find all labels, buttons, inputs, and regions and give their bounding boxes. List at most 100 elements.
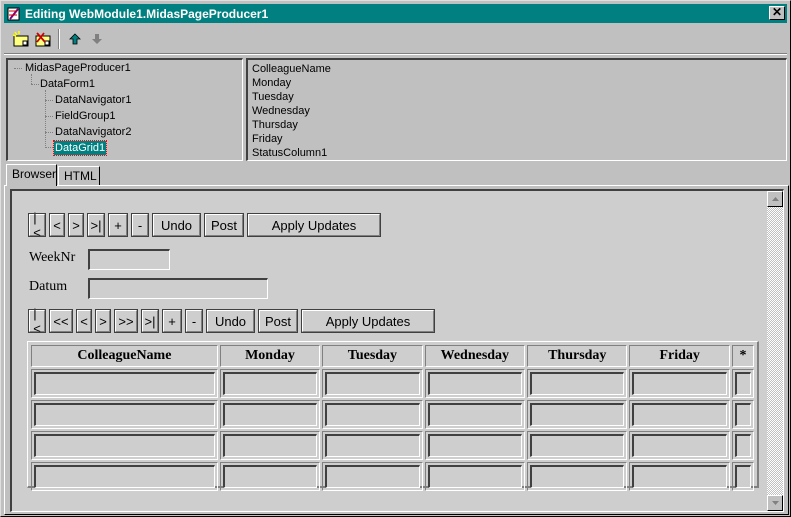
grid-cell: [527, 369, 628, 398]
thursday-cell-input[interactable]: [530, 403, 625, 426]
field-item-wednesday[interactable]: Wednesday: [252, 104, 782, 118]
grid-cell: [731, 400, 754, 429]
grid-cell: [31, 431, 218, 460]
friday-cell-input[interactable]: [632, 372, 727, 395]
field-item-statuscolumn1[interactable]: StatusColumn1: [252, 146, 782, 160]
nav1-prior-button[interactable]: <: [49, 213, 65, 237]
close-button[interactable]: ✕: [769, 6, 785, 20]
status-cell-input[interactable]: [734, 465, 751, 488]
status-cell-input[interactable]: [734, 403, 751, 426]
grid-cell: [322, 462, 423, 491]
move-up-button[interactable]: [64, 28, 86, 50]
grid-cell: [31, 400, 218, 429]
nav1-post-button[interactable]: Post: [204, 213, 244, 237]
monday-cell-input[interactable]: [222, 403, 318, 426]
arrow-up-icon: [69, 32, 81, 44]
nav2-prior-page-button[interactable]: <<: [49, 309, 73, 333]
status-cell-input[interactable]: [734, 434, 751, 457]
col-header-friday: Friday: [629, 345, 730, 367]
tuesday-cell-input[interactable]: [325, 465, 420, 488]
weeknr-input[interactable]: [88, 249, 170, 270]
grid-cell: [731, 431, 754, 460]
nav1-delete-button[interactable]: -: [131, 213, 149, 237]
nav2-last-button[interactable]: >|: [141, 309, 159, 333]
grid-cell: [31, 462, 218, 491]
component-tree[interactable]: MidasPageProducer1 DataForm1 DataNavigat…: [6, 58, 243, 161]
datum-input[interactable]: [88, 278, 268, 299]
nav2-delete-button[interactable]: -: [185, 309, 203, 333]
data-navigator-1: |< < > >| + - Undo Post Apply Updates: [28, 210, 382, 240]
field-item-tuesday[interactable]: Tuesday: [252, 90, 782, 104]
wednesday-cell-input[interactable]: [427, 434, 523, 457]
monday-cell-input[interactable]: [222, 434, 318, 457]
scroll-up-button[interactable]: [767, 191, 783, 207]
wednesday-cell-input[interactable]: [427, 465, 523, 488]
tuesday-cell-input[interactable]: [325, 434, 420, 457]
scroll-down-button[interactable]: [767, 495, 783, 511]
nav2-post-button[interactable]: Post: [258, 309, 298, 333]
monday-cell-input[interactable]: [222, 372, 318, 395]
vertical-scrollbar[interactable]: [767, 191, 783, 511]
move-down-button[interactable]: [86, 28, 108, 50]
editor-window: Editing WebModule1.MidasPageProducer1 ✕ …: [0, 0, 791, 517]
thursday-cell-input[interactable]: [530, 434, 625, 457]
status-cell-input[interactable]: [734, 372, 751, 395]
colleaguename-cell-input[interactable]: [34, 465, 215, 488]
data-navigator-2: |< << < > >> >| + - Undo Post Apply Upda…: [28, 306, 436, 336]
new-item-icon: [12, 30, 29, 46]
colleaguename-cell-input[interactable]: [34, 434, 215, 457]
nav2-prior-button[interactable]: <: [76, 309, 92, 333]
field-list[interactable]: ColleagueName Monday Tuesday Wednesday T…: [246, 58, 787, 161]
thursday-cell-input[interactable]: [530, 372, 625, 395]
thursday-cell-input[interactable]: [530, 465, 625, 488]
grid-cell: [424, 400, 526, 429]
nav2-first-button[interactable]: |<: [28, 306, 46, 336]
colleaguename-cell-input[interactable]: [34, 403, 215, 426]
tab-browser[interactable]: Browser: [6, 164, 57, 186]
field-item-friday[interactable]: Friday: [252, 132, 782, 146]
grid-cell: [219, 369, 321, 398]
nav1-next-button[interactable]: >: [68, 213, 84, 237]
colleaguename-cell-input[interactable]: [34, 372, 215, 395]
browser-preview: |< < > >| + - Undo Post Apply Updates We…: [10, 189, 784, 512]
title-bar: Editing WebModule1.MidasPageProducer1 ✕: [4, 4, 787, 23]
friday-cell-input[interactable]: [632, 403, 727, 426]
grid-cell: [629, 431, 730, 460]
field-item-monday[interactable]: Monday: [252, 76, 782, 90]
delphi-app-icon: [7, 7, 20, 20]
nav1-insert-button[interactable]: +: [108, 213, 128, 237]
friday-cell-input[interactable]: [632, 434, 727, 457]
datum-label: Datum: [29, 279, 68, 294]
tab-html[interactable]: HTML: [58, 166, 100, 186]
nav2-apply-updates-button[interactable]: Apply Updates: [301, 309, 435, 333]
monday-cell-input[interactable]: [222, 465, 318, 488]
grid-cell: [219, 462, 321, 491]
wednesday-cell-input[interactable]: [427, 403, 523, 426]
tree-item-dataform1[interactable]: DataForm1: [39, 77, 96, 91]
tree-item-datanavigator1[interactable]: DataNavigator1: [54, 93, 132, 107]
nav2-next-button[interactable]: >: [95, 309, 111, 333]
nav2-undo-button[interactable]: Undo: [206, 309, 255, 333]
nav1-first-button[interactable]: |<: [28, 210, 46, 240]
tree-item-datagrid1[interactable]: DataGrid1: [52, 140, 108, 156]
wednesday-cell-input[interactable]: [427, 372, 523, 395]
delete-item-button[interactable]: [32, 28, 54, 50]
field-item-thursday[interactable]: Thursday: [252, 118, 782, 132]
nav1-undo-button[interactable]: Undo: [152, 213, 201, 237]
tree-item-midaspageproducer1[interactable]: MidasPageProducer1: [24, 61, 132, 75]
tree-item-datanavigator2[interactable]: DataNavigator2: [54, 125, 132, 139]
nav1-apply-updates-button[interactable]: Apply Updates: [247, 213, 381, 237]
tree-item-fieldgroup1[interactable]: FieldGroup1: [54, 109, 117, 123]
tuesday-cell-input[interactable]: [325, 372, 420, 395]
grid-header-row: ColleagueName Monday Tuesday Wednesday T…: [31, 345, 754, 367]
tuesday-cell-input[interactable]: [325, 403, 420, 426]
friday-cell-input[interactable]: [632, 465, 727, 488]
new-item-button[interactable]: [10, 28, 32, 50]
grid-cell: [424, 369, 526, 398]
field-item-colleaguename[interactable]: ColleagueName: [252, 62, 782, 76]
grid-row: [31, 369, 754, 398]
nav2-next-page-button[interactable]: >>: [114, 309, 138, 333]
grid-cell: [322, 400, 423, 429]
nav2-insert-button[interactable]: +: [162, 309, 182, 333]
nav1-last-button[interactable]: >|: [87, 213, 105, 237]
